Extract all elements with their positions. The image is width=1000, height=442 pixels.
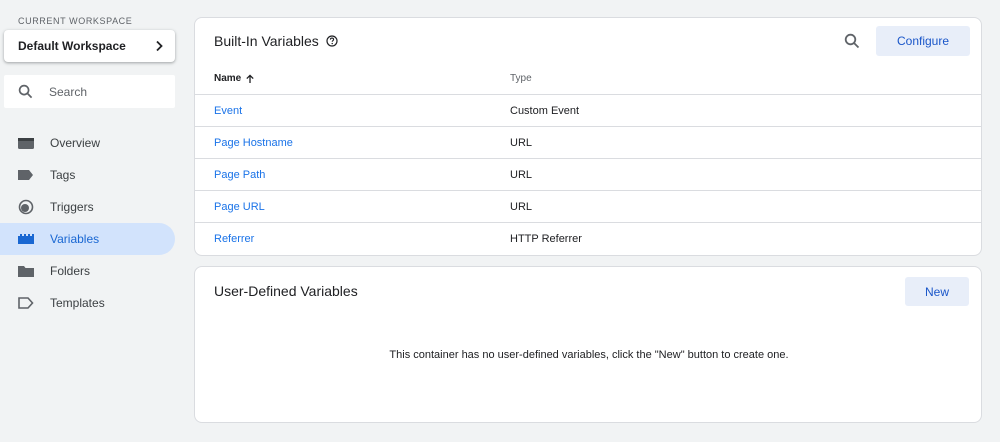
column-header-type: Type xyxy=(510,73,532,84)
sidebar-item-label: Templates xyxy=(50,296,105,310)
search-icon xyxy=(18,84,33,99)
sidebar-item-templates[interactable]: Templates xyxy=(0,287,175,319)
variable-name-link[interactable]: Event xyxy=(214,105,242,117)
sidebar-item-variables[interactable]: Variables xyxy=(0,223,175,255)
template-icon xyxy=(18,295,34,311)
search-icon[interactable] xyxy=(844,33,860,49)
folder-icon xyxy=(18,263,34,279)
variables-table-body: Event Custom Event Page Hostname URL Pag… xyxy=(195,95,981,255)
variables-icon xyxy=(18,231,34,247)
sidebar-nav: Overview Tags Triggers Variables Folders xyxy=(0,127,175,319)
trigger-icon xyxy=(18,199,34,215)
variable-type: URL xyxy=(510,137,533,149)
variable-type: Custom Event xyxy=(510,105,580,117)
built-in-variables-title: Built-In Variables xyxy=(214,33,338,49)
workspace-selector[interactable]: Default Workspace xyxy=(4,30,175,62)
search-input[interactable] xyxy=(49,84,159,99)
tag-icon xyxy=(18,167,34,183)
column-header-label: Name xyxy=(214,73,242,84)
sidebar-item-label: Folders xyxy=(50,264,91,278)
sidebar-item-label: Variables xyxy=(50,232,100,246)
new-variable-button[interactable]: New xyxy=(905,277,969,306)
configure-button[interactable]: Configure xyxy=(876,26,970,56)
sidebar-search[interactable] xyxy=(4,75,175,108)
arrow-up-icon xyxy=(246,73,254,83)
variable-name-link[interactable]: Referrer xyxy=(214,233,254,245)
workspace-name: Default Workspace xyxy=(18,39,126,53)
table-header: Name Type xyxy=(195,62,981,95)
sidebar-item-folders[interactable]: Folders xyxy=(0,255,175,287)
variable-type: URL xyxy=(510,201,533,213)
sidebar-item-triggers[interactable]: Triggers xyxy=(0,191,175,223)
table-row: Page Path URL xyxy=(195,159,981,191)
empty-state-message: This container has no user-defined varia… xyxy=(389,349,789,361)
sidebar-item-label: Triggers xyxy=(50,200,94,214)
sidebar-item-label: Overview xyxy=(50,136,101,150)
table-row: Page URL URL xyxy=(195,191,981,223)
variable-type: HTTP Referrer xyxy=(510,233,582,245)
sidebar: CURRENT WORKSPACE Default Workspace Over… xyxy=(0,0,184,442)
chevron-right-icon xyxy=(156,40,163,52)
table-row: Page Hostname URL xyxy=(195,127,981,159)
user-defined-variables-card: User-Defined Variables New This containe… xyxy=(194,266,982,423)
sidebar-item-label: Tags xyxy=(50,168,76,182)
card-title-text: Built-In Variables xyxy=(214,33,319,49)
table-row: Referrer HTTP Referrer xyxy=(195,223,981,255)
table-row: Event Custom Event xyxy=(195,95,981,127)
variable-name-link[interactable]: Page URL xyxy=(214,201,265,213)
workspace-label: CURRENT WORKSPACE xyxy=(18,16,133,26)
sidebar-item-tags[interactable]: Tags xyxy=(0,159,175,191)
sidebar-item-overview[interactable]: Overview xyxy=(0,127,175,159)
variable-name-link[interactable]: Page Hostname xyxy=(214,137,293,149)
built-in-variables-card: Built-In Variables Configure Name Type E… xyxy=(194,17,982,256)
user-defined-variables-title: User-Defined Variables xyxy=(214,283,358,299)
variable-type: URL xyxy=(510,169,533,181)
help-icon[interactable] xyxy=(326,35,338,47)
variable-name-link[interactable]: Page Path xyxy=(214,169,265,181)
column-header-name[interactable]: Name xyxy=(214,73,255,84)
overview-icon xyxy=(18,135,34,151)
